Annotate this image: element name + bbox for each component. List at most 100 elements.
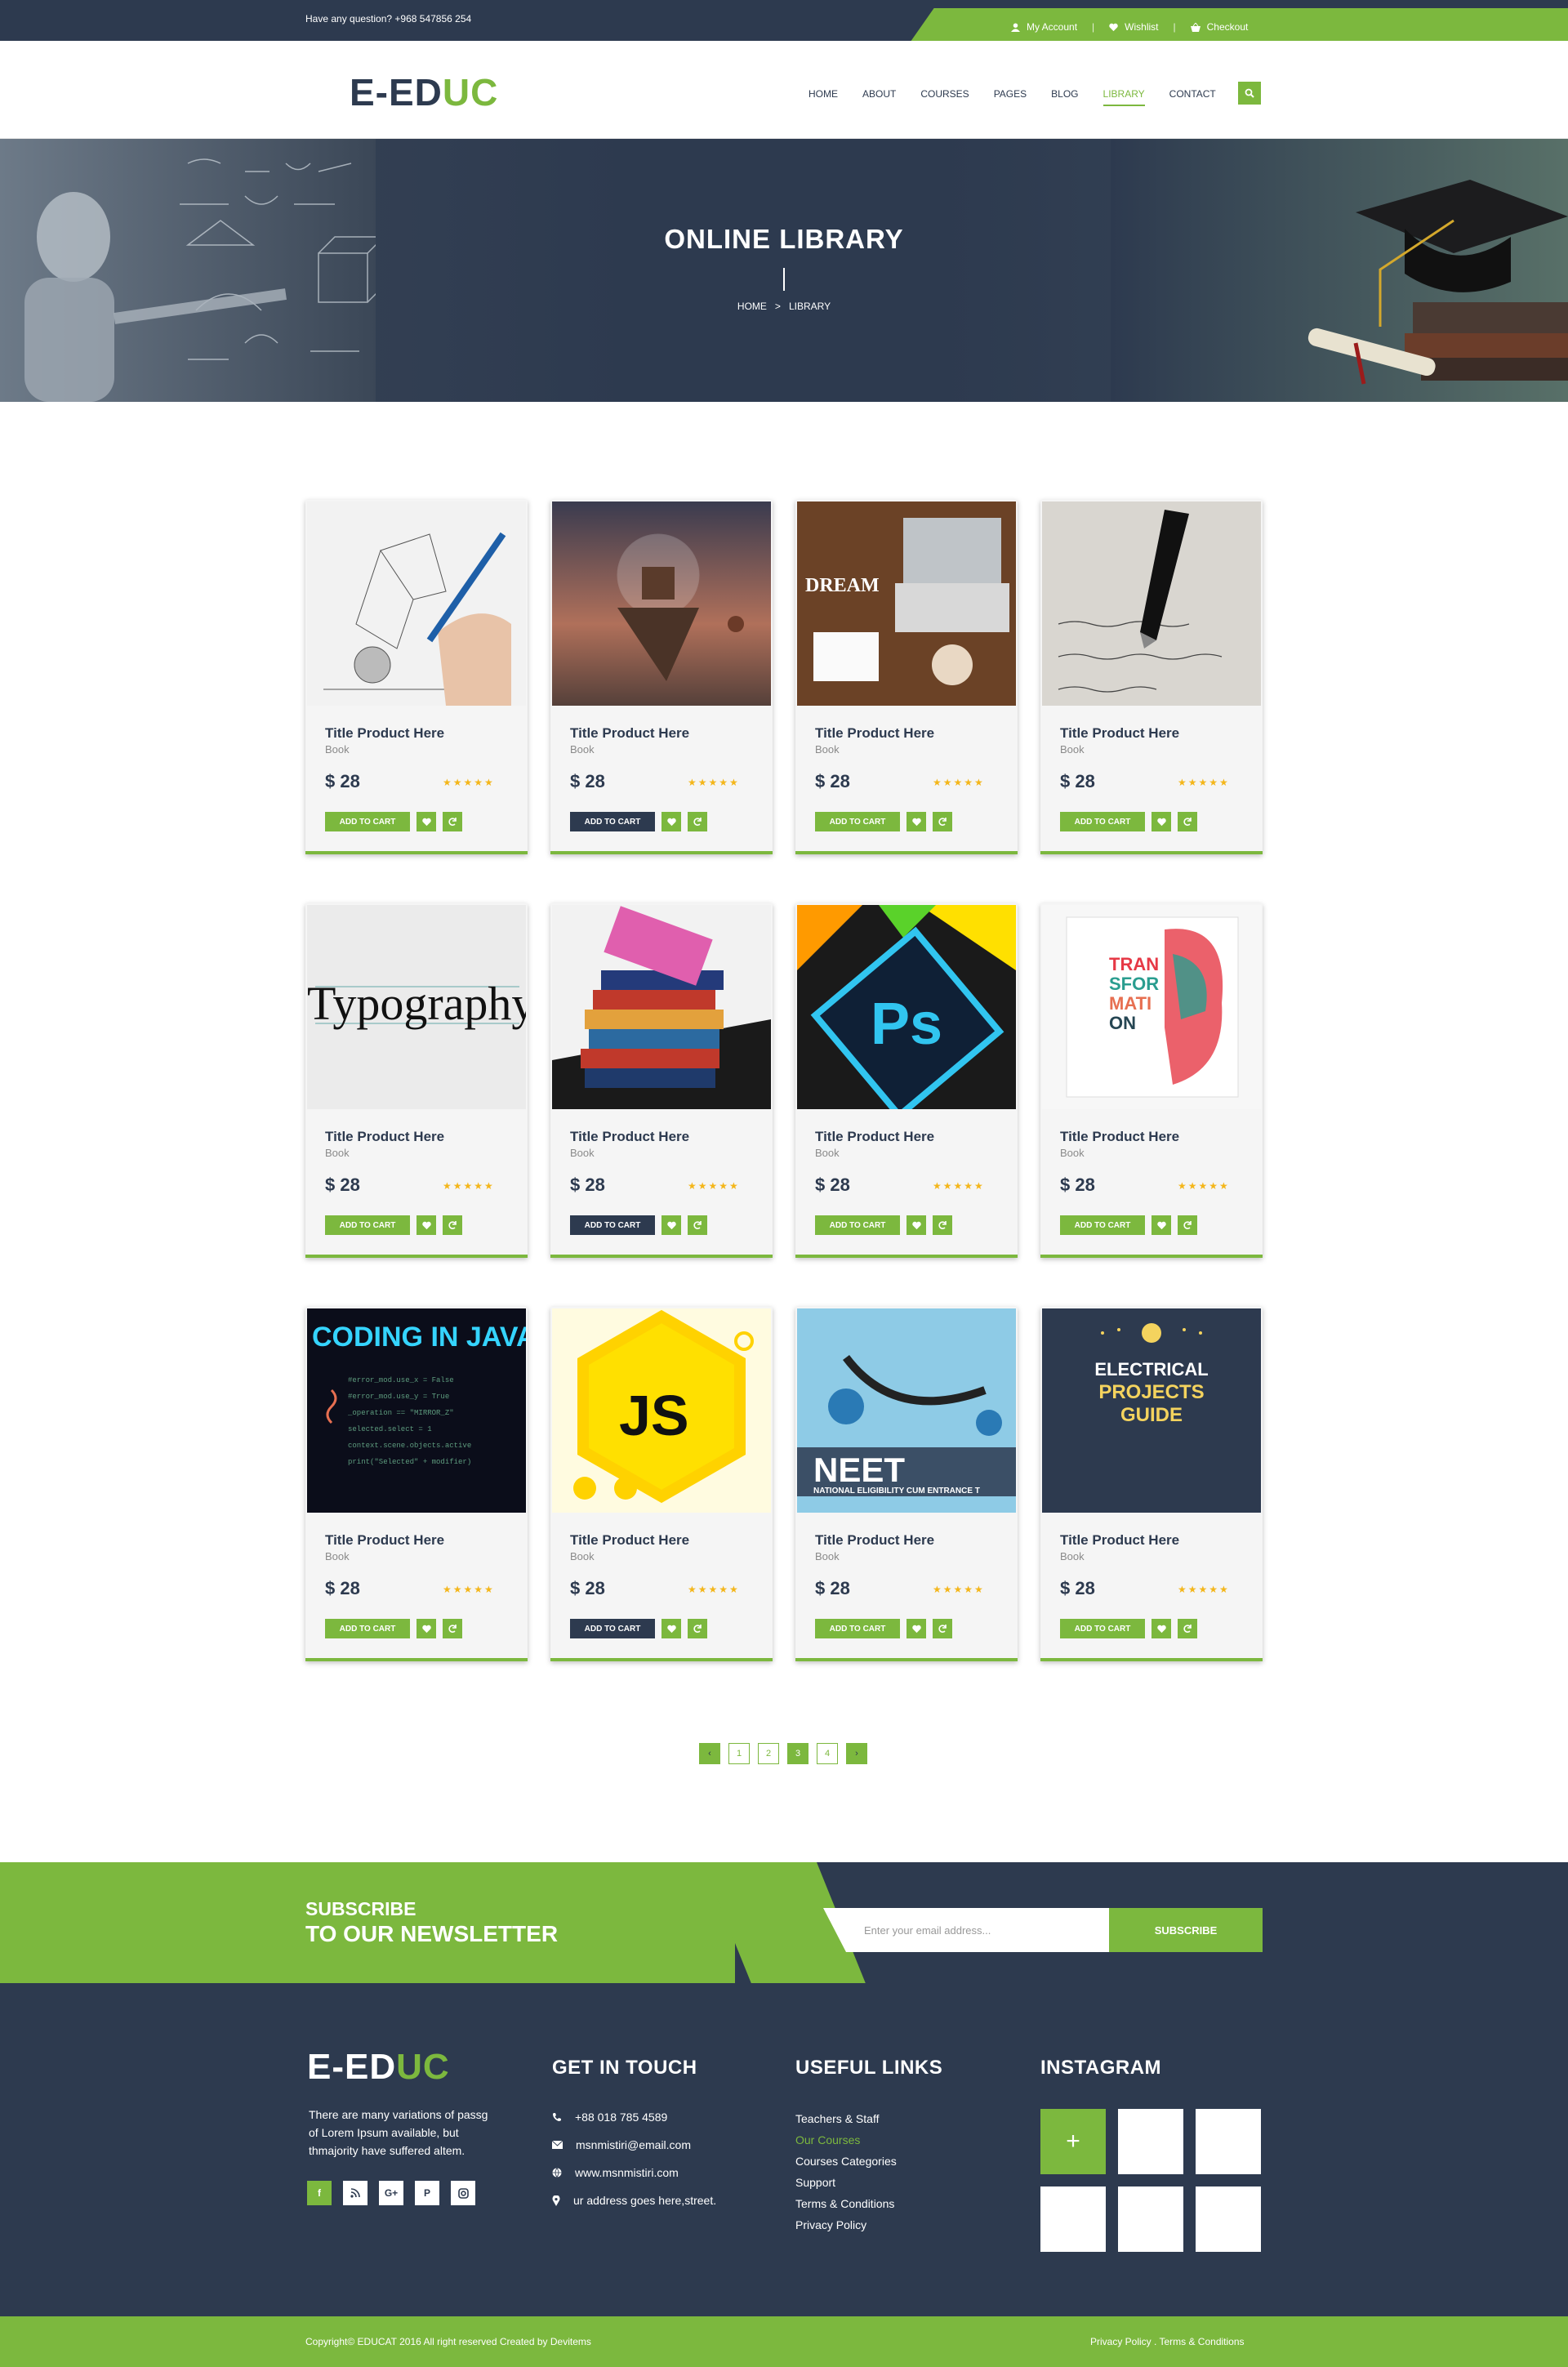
product-title[interactable]: Title Product Here (325, 1129, 444, 1145)
subscribe-button[interactable]: SUBSCRIBE (1109, 1908, 1263, 1952)
product-image-neet-stethoscope[interactable]: NEET NATIONAL ELIGIBILITY CUM ENTRANCE T (797, 1308, 1016, 1513)
logo[interactable]: E-EDUC (350, 70, 498, 114)
wishlist-heart-button[interactable] (416, 1215, 436, 1235)
compare-button[interactable] (443, 812, 462, 831)
checkout-link[interactable]: Checkout (1190, 21, 1248, 33)
link-teachers-staff[interactable]: Teachers & Staff (795, 2112, 879, 2125)
menu-courses[interactable]: COURSES (920, 88, 969, 106)
product-title[interactable]: Title Product Here (570, 1129, 689, 1145)
product-card[interactable]: ELECTRICAL PROJECTS GUIDE Title Product Her… (1040, 1307, 1263, 1661)
product-title[interactable]: Title Product Here (815, 1129, 934, 1145)
wishlist-heart-button[interactable] (1152, 1619, 1171, 1638)
add-to-cart-button[interactable]: ADD TO CART (570, 812, 655, 831)
breadcrumb-home[interactable]: HOME (737, 301, 767, 312)
product-title[interactable]: Title Product Here (570, 1532, 689, 1549)
product-card[interactable]: CODING IN JAVA #error_mod.use_x = False #e… (305, 1307, 528, 1661)
link-terms-conditions[interactable]: Terms & Conditions (795, 2197, 894, 2210)
instagram-photo[interactable] (1196, 2186, 1261, 2252)
wishlist-link[interactable]: Wishlist (1109, 21, 1159, 33)
product-card[interactable]: Typography Title Product Here Book $ 28 ★★★★… (305, 903, 528, 1258)
add-to-cart-button[interactable]: ADD TO CART (570, 1215, 655, 1235)
product-image-adobe-icons[interactable]: Ps (797, 905, 1016, 1109)
website-url[interactable]: www.msnmistiri.com (575, 2166, 679, 2179)
product-title[interactable]: Title Product Here (1060, 725, 1179, 742)
wishlist-heart-button[interactable] (906, 812, 926, 831)
link-our-courses[interactable]: Our Courses (795, 2133, 860, 2146)
add-to-cart-button[interactable]: ADD TO CART (1060, 812, 1145, 831)
add-to-cart-button[interactable]: ADD TO CART (325, 1215, 410, 1235)
compare-button[interactable] (1178, 812, 1197, 831)
product-card[interactable]: Ps Title Product Here Book $ 28 ★★★★★ ADD TO … (795, 903, 1018, 1258)
product-card[interactable]: DREAM Title Product Here Book $ 28 ★★★★★ ADD … (795, 500, 1018, 854)
menu-contact[interactable]: CONTACT (1169, 88, 1216, 106)
product-image-dream-laptop-desk[interactable]: DREAM (797, 501, 1016, 706)
wishlist-heart-button[interactable] (906, 1215, 926, 1235)
rss-icon[interactable] (343, 2181, 368, 2205)
menu-blog[interactable]: BLOG (1051, 88, 1078, 106)
search-button[interactable] (1238, 82, 1261, 105)
product-title[interactable]: Title Product Here (570, 725, 689, 742)
google-plus-icon[interactable]: G+ (379, 2181, 403, 2205)
next-page-button[interactable]: › (846, 1743, 867, 1764)
instagram-more-button[interactable]: + (1040, 2109, 1106, 2174)
add-to-cart-button[interactable]: ADD TO CART (815, 1619, 900, 1638)
pinterest-icon[interactable]: P (415, 2181, 439, 2205)
compare-button[interactable] (1178, 1215, 1197, 1235)
page-1-button[interactable]: 1 (728, 1743, 750, 1764)
product-title[interactable]: Title Product Here (325, 725, 444, 742)
product-card[interactable]: Title Product Here Book $ 28 ★★★★★ ADD TO CA… (305, 500, 528, 854)
compare-button[interactable] (933, 1619, 952, 1638)
compare-button[interactable] (443, 1215, 462, 1235)
add-to-cart-button[interactable]: ADD TO CART (570, 1619, 655, 1638)
wishlist-heart-button[interactable] (906, 1619, 926, 1638)
menu-pages[interactable]: PAGES (994, 88, 1027, 106)
product-image-floating-island[interactable] (552, 501, 771, 706)
wishlist-heart-button[interactable] (416, 812, 436, 831)
menu-home[interactable]: HOME (808, 88, 838, 106)
add-to-cart-button[interactable]: ADD TO CART (815, 812, 900, 831)
menu-about[interactable]: ABOUT (862, 88, 896, 106)
legal-links[interactable]: Privacy Policy . Terms & Conditions (1090, 2336, 1245, 2347)
product-image-electrical-guide[interactable]: ELECTRICAL PROJECTS GUIDE (1042, 1308, 1261, 1513)
page-3-button[interactable]: 3 (787, 1743, 808, 1764)
add-to-cart-button[interactable]: ADD TO CART (815, 1215, 900, 1235)
product-title[interactable]: Title Product Here (815, 1532, 934, 1549)
product-image-coding-in-java[interactable]: CODING IN JAVA #error_mod.use_x = False #e… (307, 1308, 526, 1513)
product-card[interactable]: Title Product Here Book $ 28 ★★★★★ ADD TO CA… (1040, 500, 1263, 854)
product-image-pencil-sketch[interactable] (307, 501, 526, 706)
product-image-fountain-pen[interactable] (1042, 501, 1261, 706)
add-to-cart-button[interactable]: ADD TO CART (325, 1619, 410, 1638)
wishlist-heart-button[interactable] (1152, 812, 1171, 831)
menu-library[interactable]: LIBRARY (1102, 88, 1145, 106)
product-image-typography[interactable]: Typography (307, 905, 526, 1109)
wishlist-heart-button[interactable] (662, 1619, 681, 1638)
compare-button[interactable] (688, 812, 707, 831)
link-courses-categories[interactable]: Courses Categories (795, 2155, 897, 2168)
add-to-cart-button[interactable]: ADD TO CART (325, 812, 410, 831)
product-image-js-hexagon[interactable]: JS (552, 1308, 771, 1513)
wishlist-heart-button[interactable] (1152, 1215, 1171, 1235)
wishlist-heart-button[interactable] (662, 1215, 681, 1235)
instagram-photo[interactable] (1118, 2109, 1183, 2174)
compare-button[interactable] (443, 1619, 462, 1638)
compare-button[interactable] (933, 812, 952, 831)
my-account-link[interactable]: My Account (1011, 21, 1077, 33)
product-title[interactable]: Title Product Here (1060, 1129, 1179, 1145)
product-card[interactable]: Title Product Here Book $ 28 ★★★★★ ADD TO CA… (550, 500, 773, 854)
product-title[interactable]: Title Product Here (1060, 1532, 1179, 1549)
instagram-photo[interactable] (1118, 2186, 1183, 2252)
product-card[interactable]: NEET NATIONAL ELIGIBILITY CUM ENTRANCE T T… (795, 1307, 1018, 1661)
instagram-photo[interactable] (1196, 2109, 1261, 2174)
email-address[interactable]: msnmistiri@email.com (576, 2138, 691, 2151)
compare-button[interactable] (1178, 1619, 1197, 1638)
add-to-cart-button[interactable]: ADD TO CART (1060, 1215, 1145, 1235)
product-card[interactable]: JS Title Product Here Book $ 28 ★★★★★ ADD TO … (550, 1307, 773, 1661)
product-title[interactable]: Title Product Here (325, 1532, 444, 1549)
compare-button[interactable] (688, 1215, 707, 1235)
newsletter-email-input[interactable]: Enter your email address... (823, 1908, 1109, 1952)
product-image-book-stack[interactable] (552, 905, 771, 1109)
footer-logo[interactable]: E-EDUC (307, 2047, 450, 2088)
wishlist-heart-button[interactable] (662, 812, 681, 831)
link-support[interactable]: Support (795, 2176, 835, 2189)
page-4-button[interactable]: 4 (817, 1743, 838, 1764)
